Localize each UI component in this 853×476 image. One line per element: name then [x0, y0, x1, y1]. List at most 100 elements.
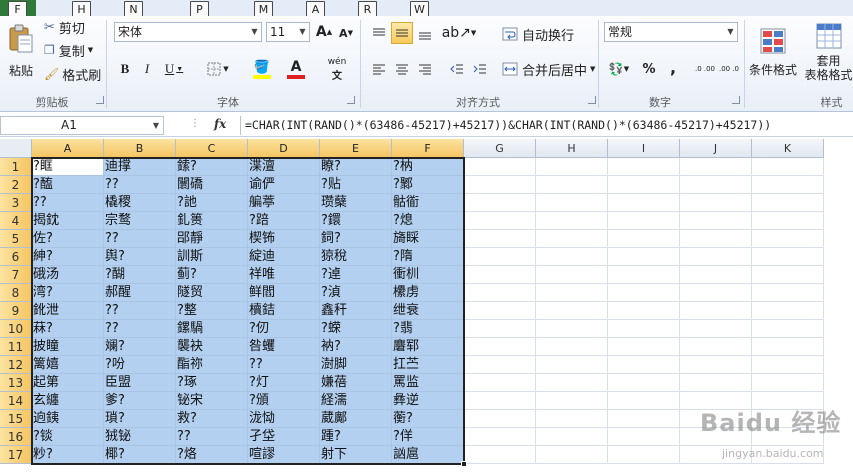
row-header-2[interactable]: 2 [0, 176, 32, 194]
cell-f16[interactable]: ?佯 [392, 428, 464, 446]
cell-f2[interactable]: ?鄹 [392, 176, 464, 194]
cell-d6[interactable]: 綻迪 [248, 248, 320, 266]
cell-c10[interactable]: 鏍騧 [176, 320, 248, 338]
cell-d8[interactable]: 鲜閻 [248, 284, 320, 302]
cell-f7[interactable]: 衝杊 [392, 266, 464, 284]
cell-g7[interactable] [464, 266, 536, 284]
cell-d7[interactable]: 祥唯 [248, 266, 320, 284]
cell-f1[interactable]: ?枘 [392, 158, 464, 176]
increase-decimal-button[interactable]: .0 .00 [694, 60, 716, 78]
cell-c17[interactable]: ?烙 [176, 446, 248, 464]
cell-c12[interactable]: 酯祢 [176, 356, 248, 374]
cell-c2[interactable]: 闤礄 [176, 176, 248, 194]
row-header-9[interactable]: 9 [0, 302, 32, 320]
cell-h4[interactable] [536, 212, 608, 230]
cell-k4[interactable] [752, 212, 824, 230]
cell-a17[interactable]: 粆? [32, 446, 104, 464]
row-header-5[interactable]: 5 [0, 230, 32, 248]
cell-i2[interactable] [608, 176, 680, 194]
cell-c13[interactable]: ?琢 [176, 374, 248, 392]
cell-b11[interactable]: 斓? [104, 338, 176, 356]
cell-i8[interactable] [608, 284, 680, 302]
phonetic-button[interactable]: wén 文 [326, 57, 348, 82]
cell-i12[interactable] [608, 356, 680, 374]
cell-e2[interactable]: ?贴 [320, 176, 392, 194]
cell-a16[interactable]: ?锬 [32, 428, 104, 446]
cell-j2[interactable] [680, 176, 752, 194]
merge-center-button[interactable]: 合并后居中 ▼ [502, 60, 595, 79]
cell-c14[interactable]: 铋宋 [176, 392, 248, 410]
shrink-font-button[interactable]: A ▼ [338, 25, 354, 41]
row-header-17[interactable]: 17 [0, 446, 32, 464]
cell-a11[interactable]: 披瞳 [32, 338, 104, 356]
cell-g2[interactable] [464, 176, 536, 194]
cell-g4[interactable] [464, 212, 536, 230]
cell-c3[interactable]: ?訑 [176, 194, 248, 212]
cell-e8[interactable]: ?湞 [320, 284, 392, 302]
cut-button[interactable]: ✂ 剪切 [44, 18, 85, 37]
cell-b16[interactable]: 狨铋 [104, 428, 176, 446]
column-header-d[interactable]: D [248, 139, 320, 158]
cell-b9[interactable]: ?? [104, 302, 176, 320]
cell-f6[interactable]: ?隋 [392, 248, 464, 266]
cell-f14[interactable]: 彝逆 [392, 392, 464, 410]
cell-a12[interactable]: 篱嬉 [32, 356, 104, 374]
align-bottom-button[interactable] [414, 24, 436, 44]
align-left-button[interactable] [368, 60, 390, 78]
cell-h12[interactable] [536, 356, 608, 374]
cell-d11[interactable]: 咎蠼 [248, 338, 320, 356]
accounting-format-button[interactable]: 💱 ▼ [606, 60, 632, 78]
row-header-3[interactable]: 3 [0, 194, 32, 212]
cell-b8[interactable]: 郝醒 [104, 284, 176, 302]
fill-handle[interactable] [461, 461, 467, 467]
cell-k12[interactable] [752, 356, 824, 374]
column-header-b[interactable]: B [104, 139, 176, 158]
cell-k13[interactable] [752, 374, 824, 392]
cell-j13[interactable] [680, 374, 752, 392]
formula-input[interactable]: =CHAR(INT(RAND()*(63486-45217)+45217))&C… [240, 116, 853, 135]
cell-i3[interactable] [608, 194, 680, 212]
decrease-decimal-button[interactable]: .00 .0 [718, 60, 740, 78]
cell-d5[interactable]: 楔钸 [248, 230, 320, 248]
cell-e4[interactable]: ?鐶 [320, 212, 392, 230]
cell-f10[interactable]: ?翡 [392, 320, 464, 338]
cell-c6[interactable]: 訓斯 [176, 248, 248, 266]
cell-a4[interactable]: 揭鈂 [32, 212, 104, 230]
cell-i14[interactable] [608, 392, 680, 410]
column-header-f[interactable]: F [392, 139, 464, 158]
cell-g12[interactable] [464, 356, 536, 374]
row-header-10[interactable]: 10 [0, 320, 32, 338]
column-header-j[interactable]: J [680, 139, 752, 158]
grow-font-button[interactable]: A ▲ [316, 24, 332, 40]
conditional-formatting-button[interactable]: 条件格式 [748, 16, 798, 88]
cell-j7[interactable] [680, 266, 752, 284]
cell-g5[interactable] [464, 230, 536, 248]
cell-d17[interactable]: 喧謬 [248, 446, 320, 464]
cell-e6[interactable]: 猄稅 [320, 248, 392, 266]
column-header-i[interactable]: I [608, 139, 680, 158]
alignment-launcher-icon[interactable] [588, 96, 596, 104]
cell-h3[interactable] [536, 194, 608, 212]
cell-h11[interactable] [536, 338, 608, 356]
cell-e15[interactable]: 葳鄺 [320, 410, 392, 428]
cell-a3[interactable]: ?? [32, 194, 104, 212]
cell-g8[interactable] [464, 284, 536, 302]
cell-c16[interactable]: ?? [176, 428, 248, 446]
cell-c7[interactable]: 蓟? [176, 266, 248, 284]
cell-h9[interactable] [536, 302, 608, 320]
cell-c4[interactable]: 釓篑 [176, 212, 248, 230]
cell-b7[interactable]: ?醐 [104, 266, 176, 284]
row-header-1[interactable]: 1 [0, 158, 32, 176]
cell-i11[interactable] [608, 338, 680, 356]
cell-h14[interactable] [536, 392, 608, 410]
cell-g15[interactable] [464, 410, 536, 428]
clipboard-launcher-icon[interactable] [96, 96, 104, 104]
cell-h1[interactable] [536, 158, 608, 176]
cell-e5[interactable]: 鉰? [320, 230, 392, 248]
row-header-11[interactable]: 11 [0, 338, 32, 356]
cell-e3[interactable]: 瓒蘖 [320, 194, 392, 212]
cell-h16[interactable] [536, 428, 608, 446]
cell-b1[interactable]: 迪撑 [104, 158, 176, 176]
cell-d1[interactable]: 渫澶 [248, 158, 320, 176]
number-format-combo[interactable]: 常规 ▼ [604, 22, 738, 42]
